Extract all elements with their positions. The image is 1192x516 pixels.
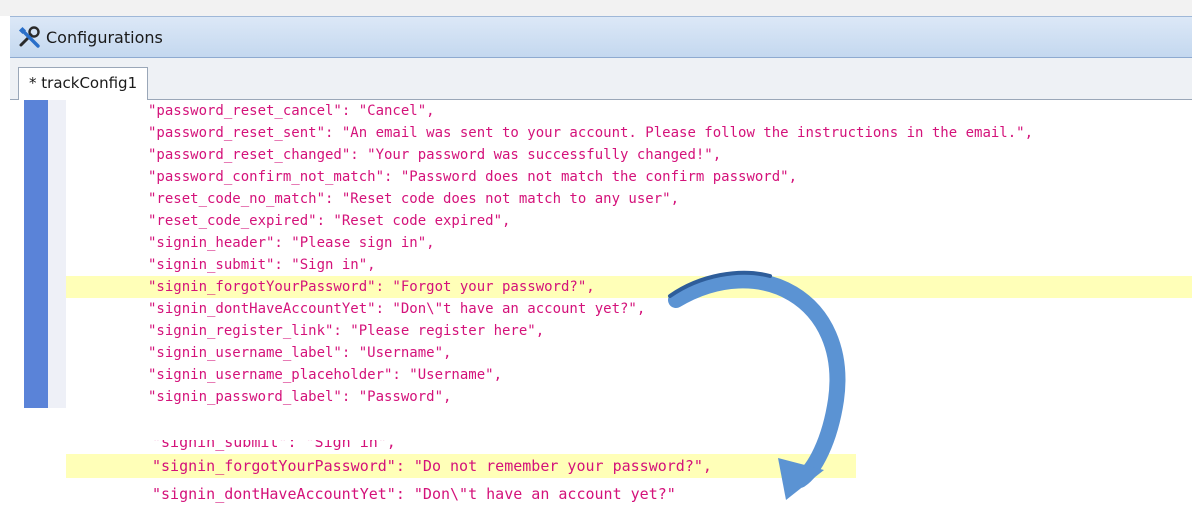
zoom-line-text: "signin_submit": "Sign in", [152,440,396,451]
zoom-line-text: "signin_forgotYourPassword": "Do not rem… [152,457,712,475]
tab-strip: * trackConfig1 [10,58,1192,100]
window-title: Configurations [46,28,163,47]
code-line-text: "signin_submit": "Sign in", [148,257,376,273]
code-line-text: "signin_username_placeholder": "Username… [148,367,503,383]
code-line-highlighted[interactable]: "signin_forgotYourPassword": "Forgot you… [66,276,1192,298]
code-line[interactable]: "signin_username_label": "Username", [10,342,1192,364]
code-line-text: "signin_register_link": "Please register… [148,323,545,339]
code-line-text: "reset_code_expired": "Reset code expire… [148,213,511,229]
titlebar: Configurations [10,16,1192,58]
code-line-text: "signin_forgotYourPassword": "Forgot you… [148,279,595,295]
code-line[interactable]: "password_reset_sent": "An email was sen… [10,122,1192,144]
zoom-line-highlighted: "signin_forgotYourPassword": "Do not rem… [66,454,856,478]
code-line[interactable]: "signin_submit": "Sign in", [10,254,1192,276]
zoom-inset: "signin_submit": "Sign in", "signin_forg… [66,440,856,516]
code-line-text: "signin_password_label": "Password", [148,389,452,405]
code-line-text: "password_reset_sent": "An email was sen… [148,125,1034,141]
code-line[interactable]: "signin_password_label": "Password", [10,386,1192,408]
code-line[interactable]: "reset_code_expired": "Reset code expire… [10,210,1192,232]
code-line[interactable]: "signin_dontHaveAccountYet": "Don\"t hav… [10,298,1192,320]
configurations-window: Configurations * trackConfig1 "password_… [10,16,1192,408]
code-line[interactable]: "reset_code_no_match": "Reset code does … [10,188,1192,210]
code-line[interactable]: "signin_register_link": "Please register… [10,320,1192,342]
code-line-text: "password_reset_cancel": "Cancel", [148,103,435,119]
code-line-text: "signin_dontHaveAccountYet": "Don\"t hav… [148,301,646,317]
zoom-line-text: "signin_dontHaveAccountYet": "Don\"t hav… [152,485,676,503]
code-line-text: "signin_header": "Please sign in", [148,235,435,251]
code-line-text: "signin_username_label": "Username", [148,345,452,361]
code-line[interactable]: "password_confirm_not_match": "Password … [10,166,1192,188]
code-line-text: "password_confirm_not_match": "Password … [148,169,798,185]
tab-trackconfig1[interactable]: * trackConfig1 [18,67,149,100]
zoom-line: "signin_submit": "Sign in", [66,440,856,454]
code-line-text: "password_reset_changed": "Your password… [148,147,722,163]
code-line[interactable]: "password_reset_changed": "Your password… [10,144,1192,166]
tools-icon [18,26,40,48]
code-line-text: "reset_code_no_match": "Reset code does … [148,191,680,207]
code-line[interactable]: "signin_header": "Please sign in", [10,232,1192,254]
code-line[interactable]: "password_reset_cancel": "Cancel", [10,100,1192,122]
code-line[interactable]: "signin_username_placeholder": "Username… [10,364,1192,386]
code-editor[interactable]: "password_reset_cancel": "Cancel", "pass… [10,100,1192,408]
zoom-line: "signin_dontHaveAccountYet": "Don\"t hav… [66,482,856,506]
top-strip [0,0,1192,16]
